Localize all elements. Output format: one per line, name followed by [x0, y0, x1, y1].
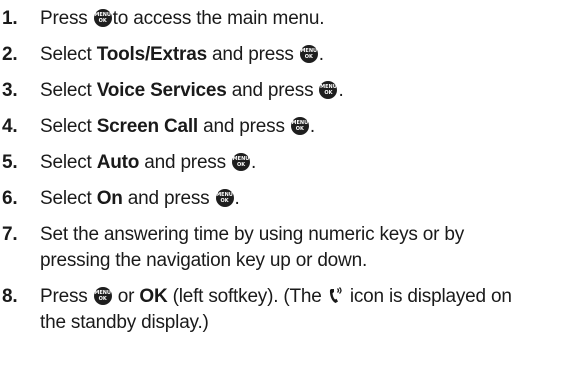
- step-number: 7.: [2, 224, 18, 245]
- softkey-name: OK: [139, 286, 168, 307]
- step-number: 1.: [2, 8, 18, 29]
- step-text-line: pressing the navigation key up or down.: [40, 250, 368, 271]
- step-text-line: the standby display.): [40, 312, 209, 333]
- step-text: icon is displayed on: [349, 286, 512, 307]
- menu-option-name: Voice Services: [96, 80, 227, 101]
- step-text: and press: [212, 44, 294, 65]
- step-text: (left softkey). (The: [172, 286, 322, 307]
- menu-ok-key-icon: MENU OK: [93, 287, 112, 305]
- step-number: 8.: [2, 286, 18, 307]
- step-text: and press: [231, 80, 314, 101]
- step-text: Select: [40, 188, 92, 209]
- step-text: .: [251, 152, 257, 173]
- menu-option-name: On: [96, 188, 123, 209]
- step-text: and press: [144, 152, 226, 173]
- step-number: 6.: [2, 188, 18, 209]
- step-text-line: Set the answering time by using numeric …: [40, 224, 465, 245]
- step-number: 2.: [2, 44, 18, 65]
- step-text: Select: [40, 44, 92, 65]
- menu-ok-key-icon: MENU OK: [215, 189, 234, 207]
- menu-option-name: Tools/Extras: [96, 44, 207, 65]
- step-number: 5.: [2, 152, 18, 173]
- step-text: Select: [40, 116, 92, 137]
- step-text: or: [117, 286, 135, 307]
- instruction-steps: 1. Press MENU OK to access the main menu. …: [0, 0, 573, 367]
- menu-ok-key-icon: MENU OK: [290, 117, 309, 135]
- menu-ok-key-icon: MENU OK: [319, 81, 338, 99]
- step-text: Press: [40, 8, 88, 29]
- menu-ok-key-icon: MENU OK: [232, 153, 250, 171]
- step-text: and press: [203, 116, 285, 137]
- step-number: 4.: [2, 116, 18, 137]
- step-text: Select: [40, 152, 92, 173]
- step-text: .: [234, 188, 240, 209]
- step-text: .: [338, 80, 344, 101]
- step-text: Press: [40, 286, 88, 307]
- menu-ok-key-icon: MENU OK: [93, 9, 112, 27]
- step-number: 3.: [2, 80, 18, 101]
- step-text: Select: [40, 80, 92, 101]
- step-text: .: [309, 116, 315, 137]
- screen-call-phone-icon: [329, 287, 342, 303]
- step-text: .: [318, 44, 324, 65]
- step-text: and press: [127, 188, 210, 209]
- step-text: to access the main menu.: [112, 8, 325, 29]
- menu-ok-key-icon: MENU OK: [299, 45, 318, 63]
- menu-option-name: Screen Call: [96, 116, 199, 137]
- menu-option-name: Auto: [96, 152, 140, 173]
